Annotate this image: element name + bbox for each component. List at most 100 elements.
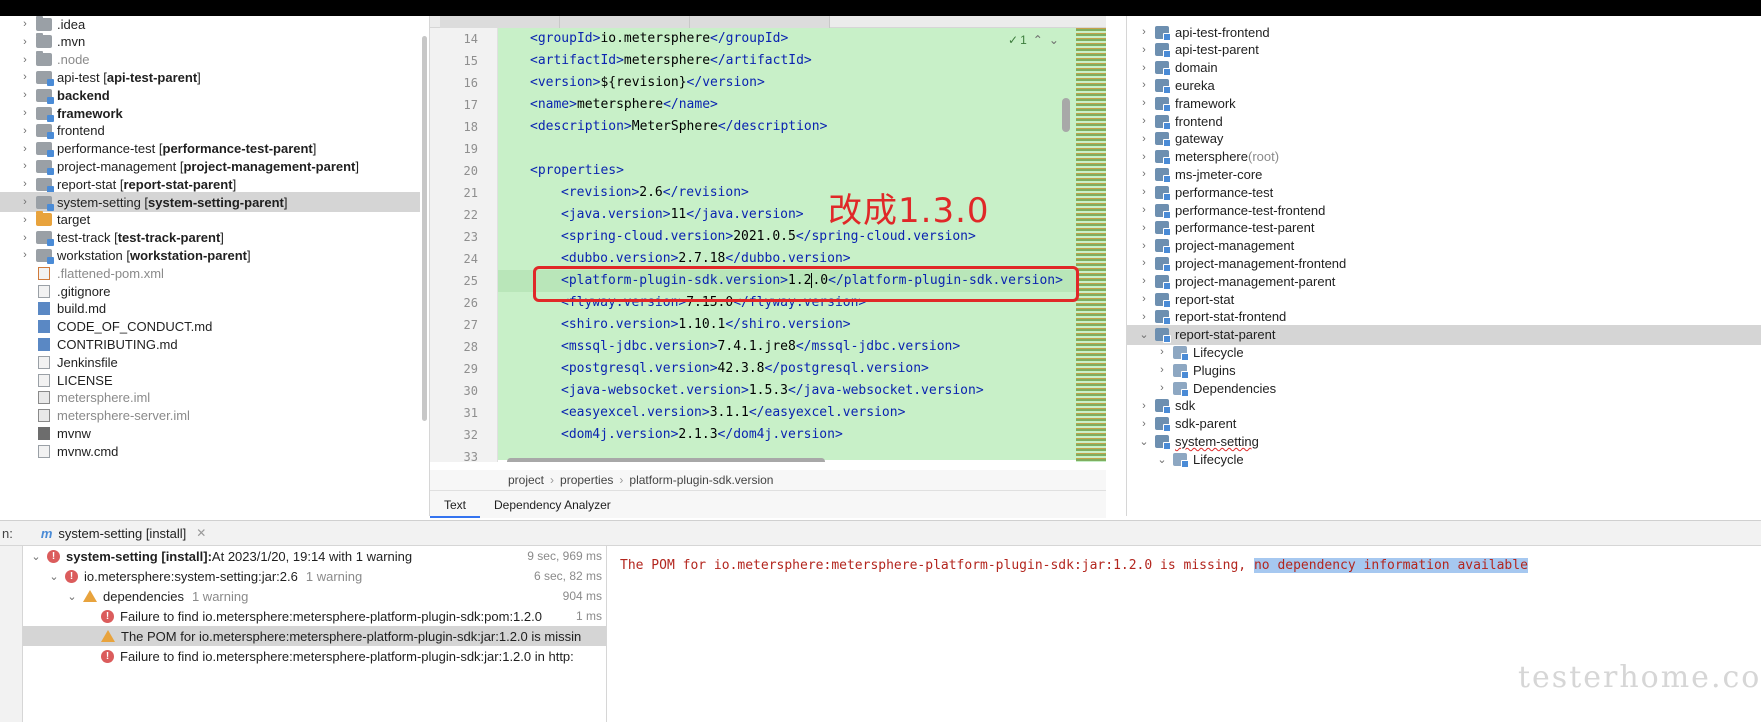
chevron-right-icon[interactable]: › <box>18 232 32 244</box>
tab-text[interactable]: Text <box>430 492 481 518</box>
maven-module-icon <box>1155 310 1171 326</box>
chevron-right-icon[interactable]: › <box>18 214 32 226</box>
chevron-right-icon[interactable]: › <box>1137 168 1151 180</box>
build-output-text: The POM for io.metersphere:metersphere-p… <box>121 628 582 644</box>
chevron-right-icon[interactable]: › <box>1137 97 1151 109</box>
build-output-row[interactable]: The POM for io.metersphere:metersphere-p… <box>23 626 606 646</box>
chevron-right-icon[interactable]: › <box>1137 44 1151 56</box>
project-tree-label: Jenkinsfile <box>57 354 118 370</box>
maven-folder-icon <box>1173 363 1189 379</box>
chevron-down-icon[interactable]: ⌄ <box>65 590 79 603</box>
chevron-right-icon[interactable]: › <box>18 143 32 155</box>
project-tree-scrollbar[interactable] <box>422 36 427 421</box>
module-folder-icon <box>36 106 54 122</box>
build-output-text: dependencies <box>103 588 184 604</box>
chevron-right-icon[interactable]: › <box>1137 293 1151 305</box>
chevron-right-icon[interactable]: › <box>18 36 32 48</box>
chevron-right-icon[interactable]: › <box>1155 346 1169 358</box>
build-output-row[interactable]: ! Failure to find io.metersphere:metersph… <box>23 646 606 666</box>
module-folder-icon <box>36 248 54 264</box>
chevron-right-icon[interactable]: › <box>1137 204 1151 216</box>
line-number: 15 <box>463 54 478 68</box>
editor-minimap[interactable] <box>1076 28 1106 462</box>
breadcrumb-item[interactable]: platform-plugin-sdk.version <box>629 473 773 487</box>
editor-vertical-scrollbar[interactable] <box>1062 98 1070 132</box>
chevron-right-icon[interactable]: › <box>18 196 32 208</box>
maven-tree-label: Plugins <box>1193 362 1236 378</box>
chevron-down-icon[interactable]: ⌄ <box>1155 453 1169 466</box>
chevron-right-icon[interactable]: › <box>18 107 32 119</box>
editor-tab[interactable] <box>560 16 690 28</box>
maven-tree-item[interactable]: ⌄ Lifecycle <box>1127 449 1761 469</box>
line-number: 14 <box>463 32 478 46</box>
tab-dependency-analyzer[interactable]: Dependency Analyzer <box>480 492 625 518</box>
build-output-row[interactable]: ⌄! io.metersphere:system-setting:jar:2.6 … <box>23 566 606 586</box>
chevron-right-icon[interactable]: › <box>1137 222 1151 234</box>
chevron-up-icon[interactable]: ⌃ <box>1033 33 1043 47</box>
line-number: 30 <box>463 384 478 398</box>
editor-horizontal-scrollbar[interactable] <box>507 458 825 462</box>
file-icon <box>38 444 50 458</box>
chevron-down-icon[interactable]: ⌄ <box>29 550 43 563</box>
breadcrumb-item[interactable]: properties <box>560 473 613 487</box>
code-line: <description>MeterSphere</description> <box>530 119 828 134</box>
chevron-right-icon[interactable]: › <box>1137 79 1151 91</box>
chevron-right-icon[interactable]: › <box>18 71 32 83</box>
chevron-right-icon[interactable]: › <box>1155 382 1169 394</box>
line-number: 17 <box>463 98 478 112</box>
maven-tree-label: report-stat-parent <box>1175 327 1276 343</box>
chevron-right-icon[interactable]: › <box>1137 186 1151 198</box>
chevron-right-icon[interactable]: › <box>1137 311 1151 323</box>
chevron-right-icon[interactable]: › <box>1137 240 1151 252</box>
chevron-down-icon[interactable]: ⌄ <box>1137 328 1151 341</box>
chevron-right-icon[interactable]: › <box>1137 400 1151 412</box>
chevron-right-icon[interactable]: › <box>1137 275 1151 287</box>
line-number: 16 <box>463 76 478 90</box>
chevron-down-icon[interactable]: ⌄ <box>47 570 61 583</box>
build-duration: 9 sec, 969 ms <box>527 549 602 563</box>
line-number: 31 <box>463 406 478 420</box>
chevron-right-icon[interactable]: › <box>1137 26 1151 38</box>
run-tab[interactable]: m system-setting [install] ✕ <box>41 526 207 541</box>
chevron-down-icon[interactable]: ⌄ <box>1049 33 1059 47</box>
build-output-row[interactable]: ! Failure to find io.metersphere:metersph… <box>23 606 606 626</box>
console-selection: no dependency information available <box>1253 558 1528 573</box>
project-tree-item[interactable]: ›mvnw.cmd <box>0 441 420 461</box>
line-number: 26 <box>463 296 478 310</box>
chevron-right-icon[interactable]: › <box>1137 133 1151 145</box>
maven-tree-label: report-stat <box>1175 291 1235 307</box>
chevron-right-icon[interactable]: › <box>18 89 32 101</box>
chevron-right-icon[interactable]: › <box>18 160 32 172</box>
maven-module-icon <box>1155 274 1171 290</box>
chevron-down-icon[interactable]: ⌄ <box>1137 435 1151 448</box>
build-duration: 904 ms <box>562 589 602 603</box>
close-icon[interactable]: ✕ <box>196 526 206 540</box>
code-area[interactable]: <groupId>io.metersphere</groupId> <artifa… <box>498 28 1076 460</box>
breadcrumb-item[interactable]: project <box>508 473 544 487</box>
maven-tree-label: ms-jmeter-core <box>1175 166 1263 182</box>
chevron-right-icon[interactable]: › <box>1137 62 1151 74</box>
project-tree-label: .mvn <box>57 34 86 50</box>
maven-module-icon <box>1155 292 1171 308</box>
chevron-right-icon[interactable]: › <box>18 18 32 30</box>
editor-tab[interactable] <box>690 16 830 28</box>
chevron-right-icon[interactable]: › <box>1137 418 1151 430</box>
build-console[interactable]: The POM for io.metersphere:metersphere-p… <box>608 546 1761 722</box>
chevron-right-icon[interactable]: › <box>1155 364 1169 376</box>
inspection-widget[interactable]: ✓ 1 ⌃ ⌄ <box>1008 32 1076 48</box>
chevron-right-icon[interactable]: › <box>18 54 32 66</box>
chevron-right-icon[interactable]: › <box>1137 115 1151 127</box>
editor-tab[interactable] <box>440 16 560 28</box>
maven-tree-label: metersphere <box>1175 149 1248 165</box>
run-panel-prefix: n: <box>2 525 13 541</box>
maven-tree-label: api-test-frontend <box>1175 24 1270 40</box>
chevron-right-icon[interactable]: › <box>18 125 32 137</box>
build-output-row[interactable]: ⌄! system-setting [install]: At 2023/1/20… <box>23 546 606 566</box>
build-output-row[interactable]: ⌄ dependencies 1 warning 904 ms <box>23 586 606 606</box>
chevron-right-icon[interactable]: › <box>1137 151 1151 163</box>
chevron-right-icon[interactable]: › <box>18 178 32 190</box>
maven-tree-label: api-test-parent <box>1175 42 1259 58</box>
chevron-right-icon[interactable]: › <box>18 249 32 261</box>
chevron-right-icon[interactable]: › <box>1137 257 1151 269</box>
